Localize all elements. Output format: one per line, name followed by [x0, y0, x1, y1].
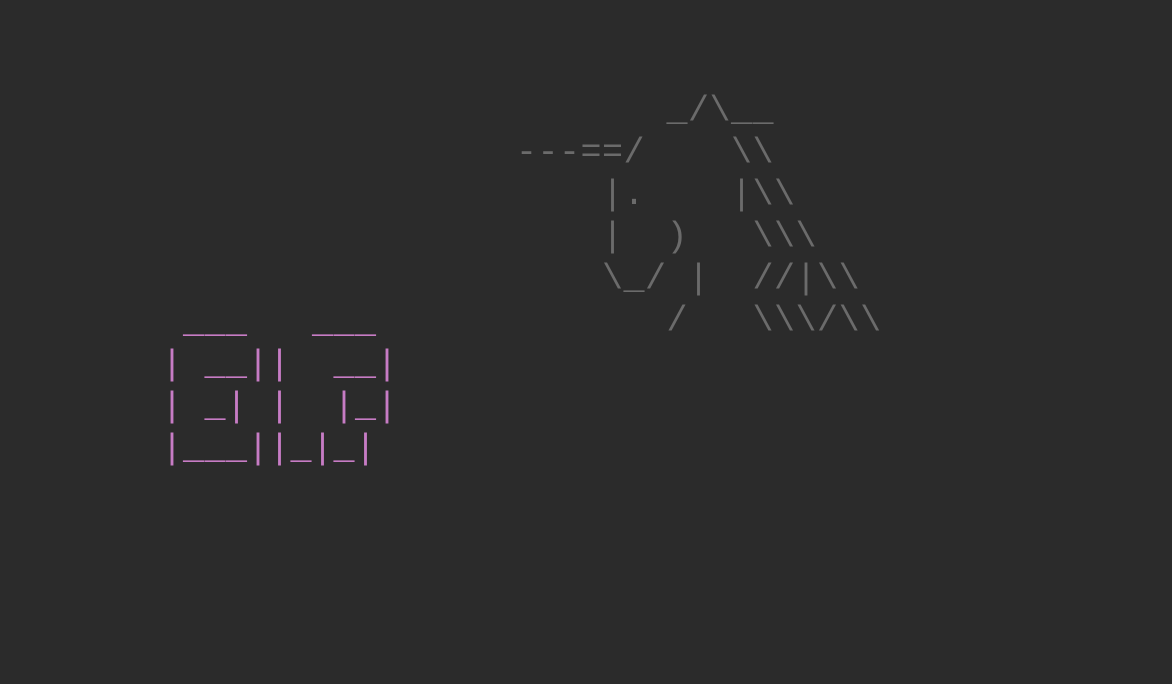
ascii-rocket: _/\__ ---==/ \\ |. |\\ | ) \\\ \_/ | //|… — [430, 90, 882, 342]
ascii-digits: ___ ___ | __|| __| | _| | |_| |___||_|_| — [140, 302, 398, 470]
